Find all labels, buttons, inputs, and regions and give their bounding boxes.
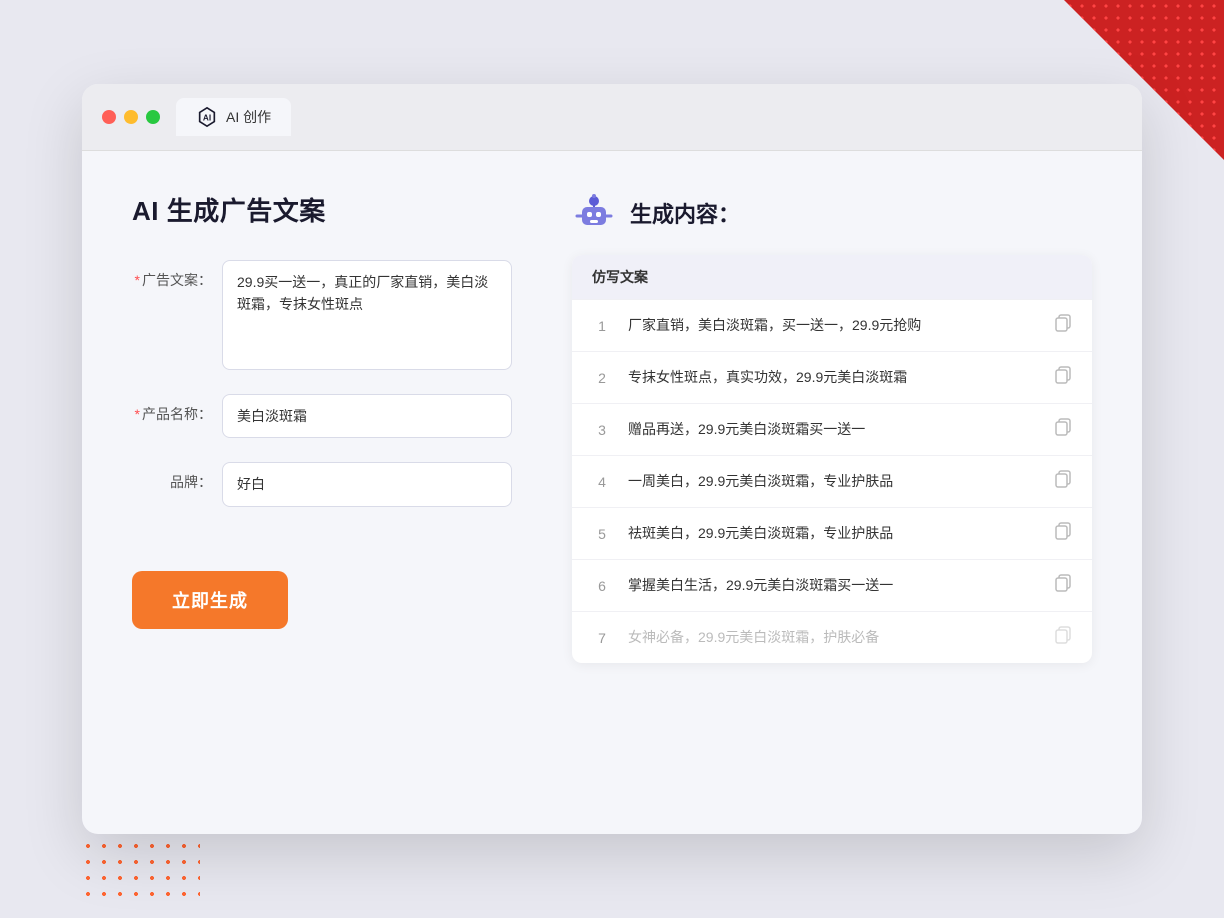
tab-ai-creation[interactable]: AI AI 创作	[176, 98, 291, 136]
row-number: 2	[592, 370, 612, 386]
page-title: AI 生成广告文案	[132, 191, 512, 228]
row-text: 祛斑美白，29.9元美白淡斑霜，专业护肤品	[628, 523, 1038, 544]
table-row: 4 一周美白，29.9元美白淡斑霜，专业护肤品	[572, 455, 1092, 507]
row-number: 7	[592, 630, 612, 646]
table-row: 3 赠品再送，29.9元美白淡斑霜买一送一	[572, 403, 1092, 455]
right-panel: 生成内容： 仿写文案 1 厂家直销，美白淡斑霜，买一送一，29.9元抢购 2 专抹女…	[572, 191, 1092, 794]
svg-text:AI: AI	[203, 114, 211, 123]
row-text: 厂家直销，美白淡斑霜，买一送一，29.9元抢购	[628, 315, 1038, 336]
row-text: 女神必备，29.9元美白淡斑霜，护肤必备	[628, 627, 1038, 648]
row-text: 专抹女性斑点，真实功效，29.9元美白淡斑霜	[628, 367, 1038, 388]
product-name-label: *产品名称：	[132, 394, 212, 424]
copy-button[interactable]	[1054, 574, 1072, 597]
ad-copy-required: *	[135, 272, 140, 288]
copy-button[interactable]	[1054, 366, 1072, 389]
row-number: 4	[592, 474, 612, 490]
ai-tab-icon: AI	[196, 106, 218, 128]
ad-copy-label: *广告文案：	[132, 260, 212, 290]
table-header: 仿写文案	[572, 255, 1092, 299]
bottom-dots-decoration	[80, 838, 200, 898]
copy-button[interactable]	[1054, 470, 1072, 493]
product-name-row: *产品名称：	[132, 394, 512, 438]
result-table: 仿写文案 1 厂家直销，美白淡斑霜，买一送一，29.9元抢购 2 专抹女性斑点，真实…	[572, 255, 1092, 663]
table-row: 2 专抹女性斑点，真实功效，29.9元美白淡斑霜	[572, 351, 1092, 403]
product-name-required: *	[135, 406, 140, 422]
row-number: 3	[592, 422, 612, 438]
brand-label: 品牌：	[132, 462, 212, 492]
left-panel: AI 生成广告文案 *广告文案： *产品名称： 品牌： 立即生成	[132, 191, 512, 794]
generate-button[interactable]: 立即生成	[132, 571, 288, 629]
brand-input[interactable]	[222, 462, 512, 506]
table-row: 1 厂家直销，美白淡斑霜，买一送一，29.9元抢购	[572, 299, 1092, 351]
content-area: AI 生成广告文案 *广告文案： *产品名称： 品牌： 立即生成	[82, 151, 1142, 834]
close-button[interactable]	[102, 110, 116, 124]
ad-copy-input[interactable]	[222, 260, 512, 370]
result-header: 生成内容：	[572, 191, 1092, 235]
tab-label: AI 创作	[226, 107, 271, 127]
traffic-lights	[102, 110, 160, 124]
row-text: 一周美白，29.9元美白淡斑霜，专业护肤品	[628, 471, 1038, 492]
row-text: 赠品再送，29.9元美白淡斑霜买一送一	[628, 419, 1038, 440]
result-rows-container: 1 厂家直销，美白淡斑霜，买一送一，29.9元抢购 2 专抹女性斑点，真实功效，29…	[572, 299, 1092, 663]
row-text: 掌握美白生活，29.9元美白淡斑霜买一送一	[628, 575, 1038, 596]
title-bar: AI AI 创作	[82, 84, 1142, 151]
brand-row: 品牌：	[132, 462, 512, 506]
table-row: 6 掌握美白生活，29.9元美白淡斑霜买一送一	[572, 559, 1092, 611]
product-name-input[interactable]	[222, 394, 512, 438]
copy-button[interactable]	[1054, 626, 1072, 649]
table-row: 5 祛斑美白，29.9元美白淡斑霜，专业护肤品	[572, 507, 1092, 559]
maximize-button[interactable]	[146, 110, 160, 124]
minimize-button[interactable]	[124, 110, 138, 124]
copy-button[interactable]	[1054, 522, 1072, 545]
browser-window: AI AI 创作 AI 生成广告文案 *广告文案： *产品名称：	[82, 84, 1142, 834]
result-title: 生成内容：	[630, 197, 740, 229]
table-row: 7 女神必备，29.9元美白淡斑霜，护肤必备	[572, 611, 1092, 663]
copy-button[interactable]	[1054, 314, 1072, 337]
robot-icon	[572, 191, 616, 235]
row-number: 1	[592, 318, 612, 334]
row-number: 5	[592, 526, 612, 542]
ad-copy-row: *广告文案：	[132, 260, 512, 370]
row-number: 6	[592, 578, 612, 594]
copy-button[interactable]	[1054, 418, 1072, 441]
